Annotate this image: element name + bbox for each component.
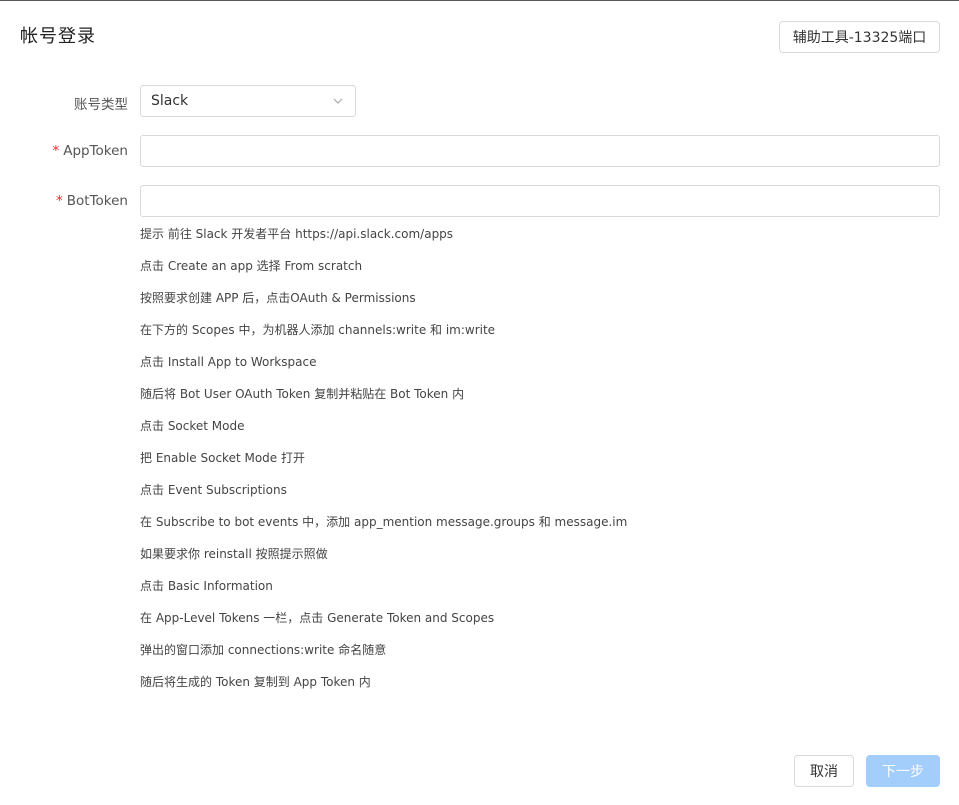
hint-item: 点击 Basic Information	[140, 579, 273, 593]
window-top-border	[0, 0, 959, 1]
bot-token-label-text: BotToken	[66, 193, 128, 209]
account-type-select[interactable]: Slack	[140, 85, 356, 117]
hint-item: 随后将 Bot User OAuth Token 复制并粘贴在 Bot Toke…	[140, 387, 465, 401]
cancel-button[interactable]: 取消	[794, 755, 854, 787]
hint-item: 把 Enable Socket Mode 打开	[140, 451, 305, 465]
hint-item: 按照要求创建 APP 后，点击OAuth & Permissions	[140, 291, 416, 305]
bot-token-input[interactable]	[140, 185, 940, 217]
hint-item: 在下方的 Scopes 中，为机器人添加 channels:write 和 im…	[140, 323, 496, 337]
app-token-input[interactable]	[140, 135, 940, 167]
account-type-label-text: 账号类型	[74, 97, 128, 113]
required-mark: *	[56, 193, 63, 209]
app-token-label: * AppToken	[52, 143, 128, 159]
hint-item: 点击 Event Subscriptions	[140, 483, 287, 497]
next-step-button[interactable]: 下一步	[866, 755, 940, 787]
app-token-label-text: AppToken	[63, 143, 128, 159]
bot-token-label: * BotToken	[56, 193, 128, 209]
page-title: 帐号登录	[20, 26, 96, 47]
hint-item: 在 App-Level Tokens 一栏，点击 Generate Token …	[140, 611, 495, 625]
hint-item: 点击 Create an app 选择 From scratch	[140, 259, 363, 273]
hint-item: 在 Subscribe to bot events 中，添加 app_menti…	[140, 515, 628, 529]
account-type-label: 账号类型	[74, 93, 128, 113]
hint-item: 提示 前往 Slack 开发者平台 https://api.slack.com/…	[140, 227, 454, 241]
helper-tool-button[interactable]: 辅助工具-13325端口	[779, 21, 940, 53]
required-mark: *	[52, 143, 60, 159]
hint-item: 点击 Install App to Workspace	[140, 355, 317, 369]
chevron-down-icon	[333, 98, 343, 104]
setup-hints-list: 提示 前往 Slack 开发者平台 https://api.slack.com/…	[140, 226, 627, 706]
hint-item: 随后将生成的 Token 复制到 App Token 内	[140, 675, 371, 689]
hint-item: 弹出的窗口添加 connections:write 命名随意	[140, 643, 387, 657]
hint-item: 点击 Socket Mode	[140, 419, 245, 433]
hint-item: 如果要求你 reinstall 按照提示照做	[140, 547, 328, 561]
account-type-value: Slack	[151, 93, 189, 109]
